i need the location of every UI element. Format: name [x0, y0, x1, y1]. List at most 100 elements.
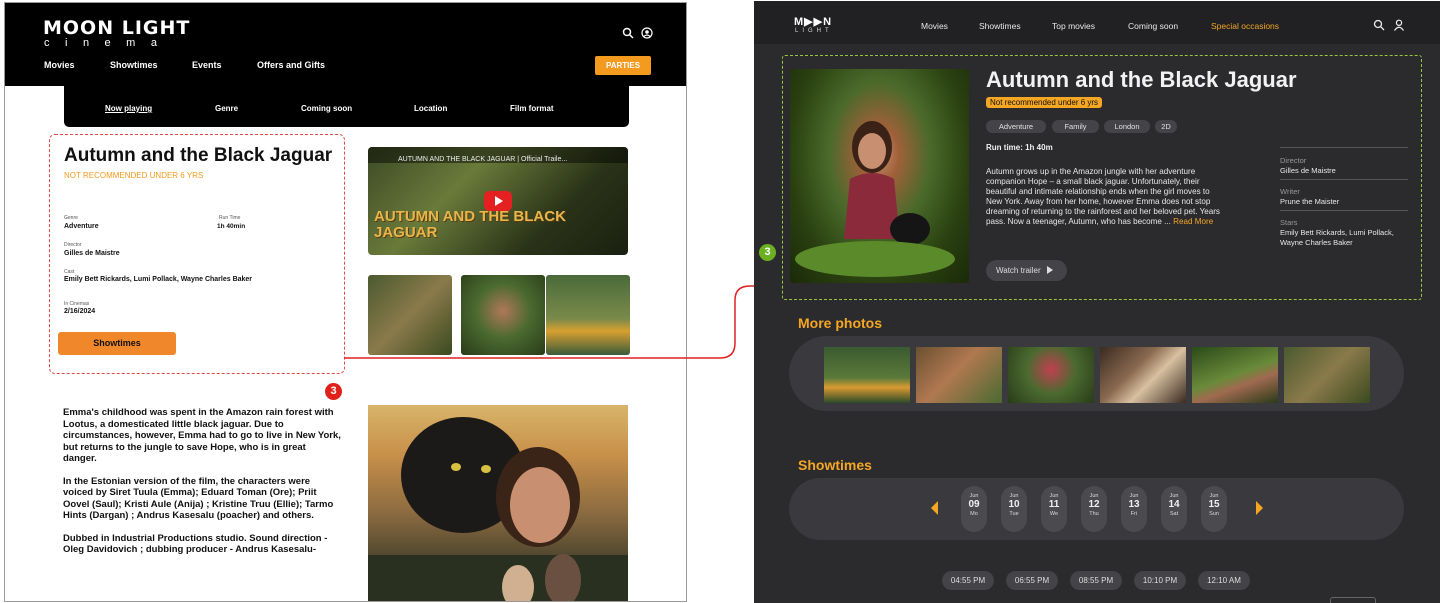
parties-button[interactable]: PARTIES — [595, 56, 651, 75]
read-more-link[interactable]: Read More — [1173, 217, 1213, 226]
runtime-label: Run Time — [219, 215, 241, 221]
nav-coming-soon[interactable]: Coming soon — [1128, 21, 1178, 31]
video-title: AUTUMN AND THE BLACK JAGUAR | Official T… — [398, 156, 568, 163]
old-logo-sub: cinema — [44, 37, 173, 49]
movie-detail-panel: Autumn and the Black Jaguar Not recommen… — [782, 55, 1422, 300]
video-poster-text: AUTUMN AND THE BLACK JAGUAR — [374, 208, 566, 241]
age-rating-badge: Not recommended under 6 yrs — [986, 97, 1103, 108]
user-icon[interactable] — [1393, 19, 1405, 31]
subnav-genre[interactable]: Genre — [215, 104, 238, 113]
writer-value: Prune the Maister — [1280, 197, 1340, 206]
showtimes-button[interactable]: Showtimes — [58, 332, 176, 355]
stars-label: Stars — [1280, 218, 1298, 227]
user-icon[interactable] — [641, 27, 653, 39]
still-art — [795, 121, 955, 277]
subnav-location[interactable]: Location — [414, 104, 447, 113]
photo-strip — [789, 336, 1404, 411]
date-jun-09[interactable]: Jun 09 Mo — [961, 486, 987, 532]
movie-still — [790, 69, 969, 283]
date-weekday: Sat — [1169, 511, 1179, 517]
director-label: Director — [1280, 156, 1307, 165]
watch-trailer-button[interactable]: Watch trailer — [986, 260, 1067, 281]
old-logo[interactable]: MOON LIGHT — [43, 17, 190, 39]
tag-adventure[interactable]: Adventure — [986, 120, 1046, 133]
date-jun-14[interactable]: Jun 14 Sat — [1161, 486, 1187, 532]
date-day: 14 — [1168, 499, 1180, 510]
tag-2d[interactable]: 2D — [1155, 120, 1177, 133]
nav-special-occasions[interactable]: Special occasions — [1211, 21, 1279, 31]
showtime-1010pm[interactable]: 10:10 PM — [1134, 571, 1186, 590]
date-weekday: Thu — [1089, 511, 1099, 517]
subnav-now-playing[interactable]: Now playing — [105, 104, 152, 113]
nav-movies[interactable]: Movies — [921, 21, 948, 31]
photo-3[interactable] — [1008, 347, 1094, 403]
old-synopsis: Emma's childhood was spent in the Amazon… — [63, 407, 341, 567]
photo-6[interactable] — [1284, 347, 1370, 403]
photo-5[interactable] — [1192, 347, 1278, 403]
date-weekday: Fri — [1130, 511, 1138, 517]
marker-3-right: 3 — [759, 244, 776, 261]
photo-thumb-2[interactable] — [461, 275, 545, 355]
date-weekday: Tue — [1009, 511, 1019, 517]
photo-thumb-1[interactable] — [368, 275, 452, 355]
date-day: 09 — [968, 499, 980, 510]
scroll-indicator[interactable] — [1330, 597, 1376, 603]
showtime-0855pm[interactable]: 08:55 PM — [1070, 571, 1122, 590]
synopsis: Autumn grows up in the Amazon jungle wit… — [986, 167, 1226, 228]
new-logo[interactable]: M▶▶N — [794, 15, 832, 28]
old-nav-events[interactable]: Events — [192, 60, 222, 70]
director-value: Gilles de Maistre — [1280, 166, 1336, 175]
genre-label: Genre — [64, 215, 78, 221]
search-icon[interactable] — [1373, 19, 1385, 31]
synopsis-paragraph-1: Emma's childhood was spent in the Amazon… — [63, 407, 341, 464]
showtime-1210am[interactable]: 12:10 AM — [1198, 571, 1250, 590]
photo-4[interactable] — [1100, 347, 1186, 403]
runtime: Run time: 1h 40m — [986, 143, 1053, 152]
old-nav-showtimes[interactable]: Showtimes — [110, 60, 158, 70]
date-day: 11 — [1048, 499, 1060, 510]
play-icon — [1046, 266, 1053, 274]
runtime-value: 1h 40min — [217, 223, 246, 230]
chevron-right-icon[interactable] — [1256, 501, 1263, 515]
date-day: 10 — [1008, 499, 1020, 510]
trailer-video[interactable]: AUTUMN AND THE BLACK JAGUAR | Official T… — [368, 147, 628, 255]
search-icon[interactable] — [622, 27, 634, 39]
date-jun-15[interactable]: Jun 15 Sun — [1201, 486, 1227, 532]
old-movie-info-box: Autumn and the Black Jaguar NOT RECOMMEN… — [49, 134, 345, 374]
date-jun-13[interactable]: Jun 13 Fri — [1121, 486, 1147, 532]
old-nav-offers[interactable]: Offers and Gifts — [257, 60, 325, 70]
tag-family[interactable]: Family — [1052, 120, 1099, 133]
tag-london[interactable]: London — [1104, 120, 1150, 133]
date-jun-11[interactable]: Jun 11 We — [1041, 486, 1067, 532]
old-header: MOON LIGHT cinema Movies Showtimes Event… — [5, 3, 686, 86]
photo-2[interactable] — [916, 347, 1002, 403]
showtime-0455pm[interactable]: 04:55 PM — [942, 571, 994, 590]
photo-1[interactable] — [824, 347, 910, 403]
old-nav-movies[interactable]: Movies — [44, 60, 75, 70]
chevron-left-icon[interactable] — [931, 501, 938, 515]
movie-title: Autumn and the Black Jaguar — [986, 67, 1297, 92]
release-value: 2/16/2024 — [64, 308, 96, 315]
new-header: M▶▶N LIGHT Movies Showtimes Top movies C… — [754, 1, 1440, 44]
credits-divider — [1280, 179, 1408, 180]
old-design-page: MOON LIGHT cinema Movies Showtimes Event… — [4, 2, 687, 602]
date-jun-12[interactable]: Jun 12 Thu — [1081, 486, 1107, 532]
date-picker: Jun 09 Mo Jun 10 Tue Jun 11 We Jun 12 Thu Jun 13 F… — [789, 478, 1404, 540]
cast-label: Cast — [64, 269, 75, 275]
date-jun-10[interactable]: Jun 10 Tue — [1001, 486, 1027, 532]
old-age-rating: NOT RECOMMENDED UNDER 6 YRS — [64, 171, 204, 180]
date-weekday: Mo — [970, 511, 978, 517]
director-value: Gilles de Maistre — [64, 250, 120, 257]
nav-top-movies[interactable]: Top movies — [1052, 21, 1095, 31]
date-day: 15 — [1208, 499, 1220, 510]
nav-showtimes[interactable]: Showtimes — [979, 21, 1021, 31]
showtime-0655pm[interactable]: 06:55 PM — [1006, 571, 1058, 590]
subnav-coming-soon[interactable]: Coming soon — [301, 104, 352, 113]
subnav-film-format[interactable]: Film format — [510, 104, 554, 113]
synopsis-paragraph-3: Dubbed in Industrial Productions studio.… — [63, 532, 328, 556]
new-logo-sub: LIGHT — [795, 28, 833, 34]
release-label: In Cinemas — [64, 301, 90, 307]
director-label: Director — [64, 242, 82, 248]
photo-thumb-3[interactable] — [546, 275, 630, 355]
play-icon[interactable] — [484, 191, 512, 211]
